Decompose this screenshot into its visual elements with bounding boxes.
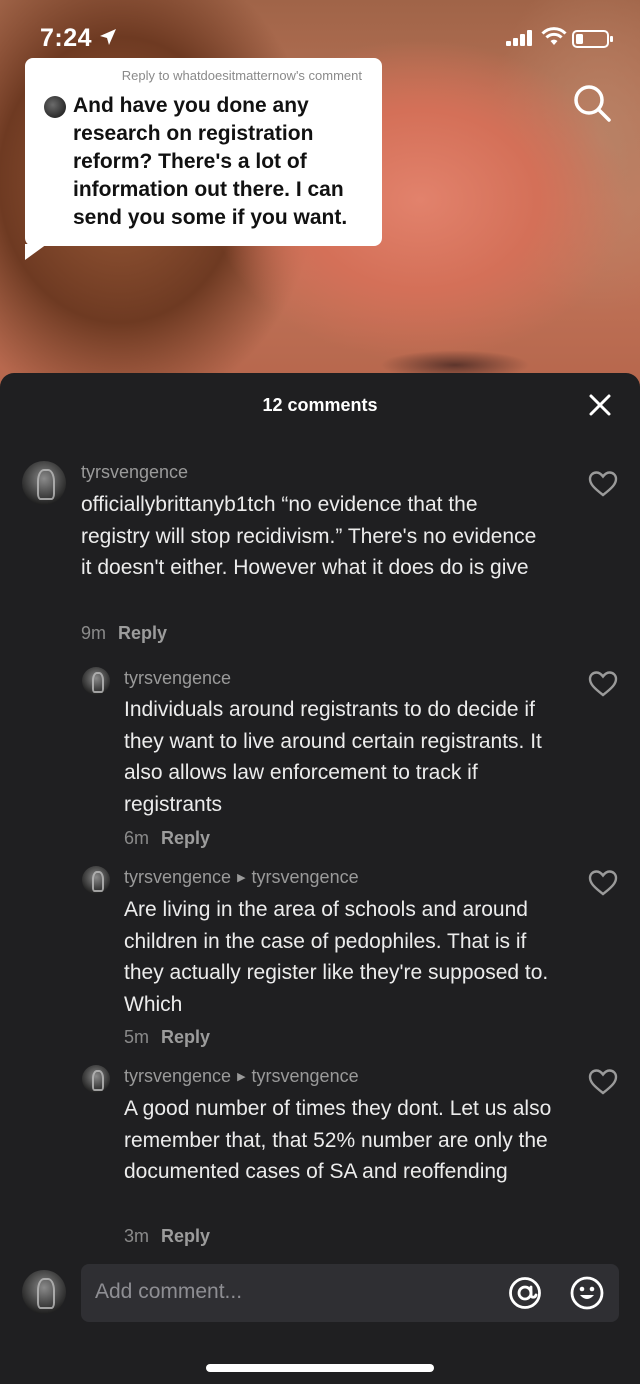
mention-icon[interactable] <box>508 1276 542 1310</box>
reply-comment-text: And have you done any research on regist… <box>73 94 348 229</box>
heart-icon[interactable] <box>588 869 618 897</box>
comment-meta: 9m Reply <box>81 623 167 644</box>
battery-icon <box>572 30 613 48</box>
comment-text: A good number of times they dont. Let us… <box>124 1097 552 1183</box>
comment-username[interactable]: tyrsvengence ▶ tyrsvengence <box>124 867 359 888</box>
comment-meta: 6m Reply <box>124 828 210 849</box>
username-text[interactable]: tyrsvengence <box>124 668 231 688</box>
reply-button[interactable]: Reply <box>161 1226 210 1246</box>
username-text[interactable]: tyrsvengence <box>124 1066 231 1086</box>
home-indicator[interactable] <box>206 1364 434 1372</box>
comment-time: 6m <box>124 828 150 848</box>
comment-text: officiallybrittanyb1tch “no evidence tha… <box>81 493 537 579</box>
search-icon[interactable] <box>572 83 612 123</box>
location-arrow-icon <box>100 29 116 45</box>
comment-username[interactable]: tyrsvengence <box>124 668 231 689</box>
cellular-signal-icon <box>506 30 532 46</box>
wifi-icon <box>541 27 567 45</box>
heart-icon[interactable] <box>588 470 618 498</box>
reply-meta: Reply to whatdoesitmatternow's comment <box>121 68 362 83</box>
username-text[interactable]: tyrsvengence <box>81 462 188 482</box>
close-icon[interactable] <box>586 391 614 419</box>
reply-to-arrow-icon: ▶ <box>237 1071 246 1083</box>
status-time: 7:24 <box>40 24 93 52</box>
avatar[interactable] <box>82 1065 110 1093</box>
avatar[interactable] <box>82 667 110 695</box>
comment-time: 9m <box>81 623 107 643</box>
reply-button[interactable]: Reply <box>161 828 210 848</box>
comment-username[interactable]: tyrsvengence ▶ tyrsvengence <box>124 1066 359 1087</box>
comment-time: 3m <box>124 1226 150 1246</box>
avatar <box>44 96 66 118</box>
reply-to-username[interactable]: tyrsvengence <box>252 867 359 887</box>
comment-time: 5m <box>124 1027 150 1047</box>
comment-meta: 5m Reply <box>124 1027 210 1048</box>
avatar[interactable] <box>22 461 66 505</box>
chevron-left-icon: ‹ <box>28 91 38 122</box>
comments-count-title: 12 comments <box>262 395 378 415</box>
comment-input-placeholder[interactable]: Add comment... <box>95 1280 242 1304</box>
comment-meta: 3m Reply <box>124 1226 210 1247</box>
heart-icon[interactable] <box>588 670 618 698</box>
heart-icon[interactable] <box>588 1068 618 1096</box>
reply-to-arrow-icon: ▶ <box>237 872 246 884</box>
username-text[interactable]: tyrsvengence <box>124 867 231 887</box>
emoji-icon[interactable] <box>570 1276 604 1310</box>
reply-to-username[interactable]: tyrsvengence <box>252 1066 359 1086</box>
reply-button[interactable]: Reply <box>118 623 167 643</box>
reply-button[interactable]: Reply <box>161 1027 210 1047</box>
comment-text: Individuals around registrants to do dec… <box>124 698 542 816</box>
comment-username[interactable]: tyrsvengence <box>81 462 188 483</box>
comment-text: Are living in the area of schools and ar… <box>124 898 549 1016</box>
avatar <box>22 1270 66 1314</box>
avatar[interactable] <box>82 866 110 894</box>
